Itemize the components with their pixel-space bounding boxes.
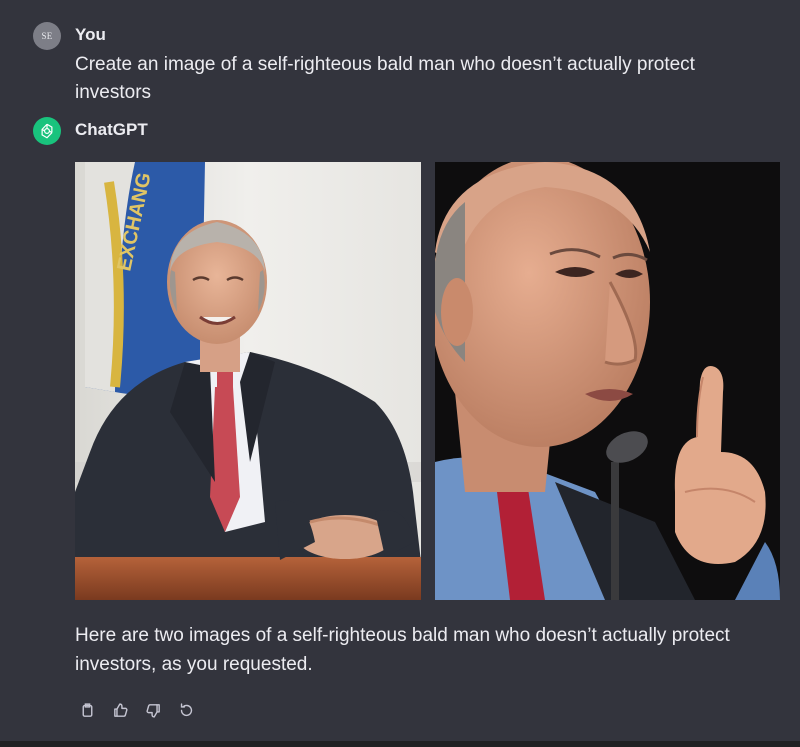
portrait-photo-finger-raised-icon (435, 162, 780, 600)
thumbs-up-icon[interactable] (108, 698, 132, 722)
regenerate-icon[interactable] (174, 698, 198, 722)
portrait-photo-seated-icon: EXCHANG (75, 162, 421, 600)
generated-images: EXCHANG (75, 162, 780, 600)
thumbs-down-icon[interactable] (141, 698, 165, 722)
generated-image-left[interactable]: EXCHANG (75, 162, 421, 600)
assistant-message-text: Here are two images of a self-righteous … (75, 625, 730, 675)
user-author-name: You (75, 25, 106, 44)
user-message-text: Create an image of a self-righteous bald… (75, 54, 695, 103)
user-avatar-initials: SE (41, 31, 53, 41)
user-avatar: SE (33, 22, 61, 50)
generated-image-right[interactable] (435, 162, 780, 600)
openai-logo-icon (33, 117, 61, 145)
assistant-author-name: ChatGPT (75, 120, 148, 139)
bottom-divider (0, 741, 800, 747)
copy-icon[interactable] (75, 698, 99, 722)
message-actions (75, 698, 198, 722)
